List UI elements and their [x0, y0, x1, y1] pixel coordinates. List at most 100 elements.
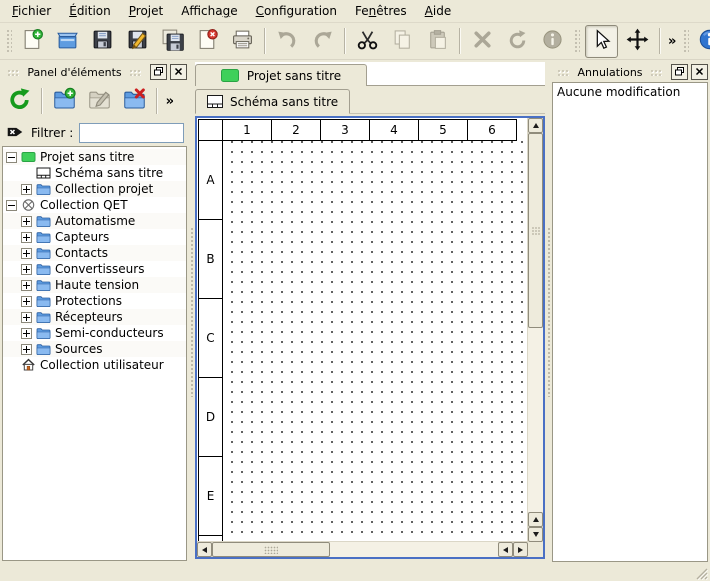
dock-float-button[interactable]: [150, 64, 167, 80]
tree-item-semi-conducteurs[interactable]: Semi-conducteurs: [3, 325, 186, 341]
tree-item-label: Collection utilisateur: [40, 358, 164, 372]
tree-item-collection-projet[interactable]: Collection projet: [3, 181, 186, 197]
pan-mode-button[interactable]: [622, 26, 653, 57]
delete-category-button[interactable]: [119, 86, 150, 117]
dock-splitter-right[interactable]: [545, 60, 552, 563]
menu-fen-tres[interactable]: Fenêtres: [346, 1, 416, 21]
close-document-button[interactable]: [192, 26, 223, 57]
menu-configuration[interactable]: Configuration: [247, 1, 346, 21]
scroll-up-button-2[interactable]: [528, 512, 543, 527]
cut-button[interactable]: [352, 26, 383, 57]
tab-schema[interactable]: Schéma sans titre: [195, 89, 350, 114]
float-icon: [154, 66, 163, 79]
tree-expander-plus-icon[interactable]: [21, 248, 32, 259]
tree-expander-minus-icon[interactable]: [6, 200, 17, 211]
menu-aide[interactable]: Aide: [416, 1, 461, 21]
panel-overflow-button[interactable]: »: [163, 94, 177, 109]
folder-icon: [36, 294, 51, 308]
element-info-button[interactable]: [537, 26, 568, 57]
tree-item-contacts[interactable]: Contacts: [3, 245, 186, 261]
toolbar-drag-handle[interactable]: [573, 28, 580, 54]
tree-item-projet-sans-titre[interactable]: Projet sans titre: [3, 149, 186, 165]
diagram-view[interactable]: 123456 ABCDE: [195, 116, 545, 559]
elements-panel-title: Panel d'éléments: [25, 66, 123, 79]
tree-expander-plus-icon[interactable]: [21, 232, 32, 243]
delete-button[interactable]: [467, 26, 498, 57]
toolbar-drag-handle[interactable]: [682, 28, 689, 54]
tree-item-collection-utilisateur[interactable]: Collection utilisateur: [3, 357, 186, 373]
menu-dition[interactable]: Édition: [60, 1, 120, 21]
toolbar-drag-handle[interactable]: [5, 28, 12, 54]
about-qet-button[interactable]: [694, 26, 710, 57]
tree-item-capteurs[interactable]: Capteurs: [3, 229, 186, 245]
menu-fichier[interactable]: Fichier: [3, 1, 60, 21]
scroll-left-button[interactable]: [197, 542, 212, 557]
vertical-scrollbar[interactable]: [527, 118, 543, 542]
reload-collections-button[interactable]: [4, 86, 35, 117]
undo-button[interactable]: [272, 26, 303, 57]
save-button[interactable]: [87, 26, 118, 57]
scroll-right-button[interactable]: [513, 542, 528, 557]
tree-expander-plus-icon[interactable]: [21, 312, 32, 323]
dock-close-button[interactable]: [691, 64, 708, 80]
tree-item-convertisseurs[interactable]: Convertisseurs: [3, 261, 186, 277]
paste-button[interactable]: [422, 26, 453, 57]
scroll-down-button[interactable]: [528, 527, 543, 542]
tree-item-sources[interactable]: Sources: [3, 341, 186, 357]
undo-history-list[interactable]: Aucune modification: [552, 82, 708, 562]
elements-panel-titlebar[interactable]: Panel d'éléments: [2, 64, 187, 80]
horizontal-scroll-thumb[interactable]: [212, 542, 330, 557]
tree-item-collection-qet[interactable]: Collection QET: [3, 197, 186, 213]
rotate-button[interactable]: [502, 26, 533, 57]
save-all-button[interactable]: [157, 26, 188, 57]
open-project-button[interactable]: [52, 26, 83, 57]
tree-expander-plus-icon[interactable]: [21, 216, 32, 227]
tree-item-automatisme[interactable]: Automatisme: [3, 213, 186, 229]
tree-expander-minus-icon[interactable]: [6, 152, 17, 163]
project-tabbar: Projet sans titre: [195, 62, 545, 86]
vertical-scroll-thumb[interactable]: [528, 133, 543, 328]
horizontal-scrollbar[interactable]: [197, 541, 528, 557]
tree-item-r-cepteurs[interactable]: Récepteurs: [3, 309, 186, 325]
tree-expander-plus-icon[interactable]: [21, 296, 32, 307]
toolbar-overflow-button[interactable]: »: [665, 34, 679, 49]
tree-item-label: Sources: [55, 342, 102, 356]
scroll-up-button[interactable]: [528, 118, 543, 133]
new-document-button[interactable]: [17, 26, 48, 57]
menu-projet[interactable]: Projet: [120, 1, 172, 21]
tab-project[interactable]: Projet sans titre: [195, 64, 367, 86]
scroll-left-button-2[interactable]: [498, 542, 513, 557]
tree-item-protections[interactable]: Protections: [3, 293, 186, 309]
filter-input[interactable]: [79, 123, 184, 143]
select-mode-button[interactable]: [585, 25, 618, 58]
tree-expander-plus-icon[interactable]: [21, 264, 32, 275]
element-tree: Projet sans titreSchéma sans titreCollec…: [2, 146, 187, 561]
dock-splitter-left[interactable]: [188, 60, 195, 563]
menu-affichage[interactable]: Affichage: [172, 1, 246, 21]
dock-close-button[interactable]: [170, 64, 187, 80]
print-button[interactable]: [227, 26, 258, 57]
tree-item-label: Protections: [55, 294, 122, 308]
tree-expander-plus-icon[interactable]: [21, 184, 32, 195]
tree-expander-plus-icon[interactable]: [21, 344, 32, 355]
tree-item-haute-tension[interactable]: Haute tension: [3, 277, 186, 293]
folder-icon: [36, 246, 51, 260]
undo-history-item[interactable]: Aucune modification: [553, 83, 707, 101]
tree-item-label: Contacts: [55, 246, 108, 260]
tree-expander-plus-icon[interactable]: [21, 328, 32, 339]
tree-item-label: Semi-conducteurs: [55, 326, 164, 340]
undo-panel-titlebar[interactable]: Annulations: [552, 64, 708, 80]
edit-category-button[interactable]: [84, 86, 115, 117]
clear-filter-icon[interactable]: [5, 122, 25, 145]
copy-button[interactable]: [387, 26, 418, 57]
diagram-canvas[interactable]: 123456 ABCDE: [197, 118, 528, 542]
redo-button[interactable]: [307, 26, 338, 57]
dock-float-button[interactable]: [671, 64, 688, 80]
size-grip-icon[interactable]: [695, 567, 708, 580]
tree-item-sch-ma-sans-titre[interactable]: Schéma sans titre: [3, 165, 186, 181]
filter-row: Filtrer :: [2, 120, 187, 146]
new-category-button[interactable]: [49, 86, 80, 117]
tree-expander-plus-icon[interactable]: [21, 280, 32, 291]
diagram-grid[interactable]: [223, 141, 524, 542]
save-as-button[interactable]: [122, 26, 153, 57]
